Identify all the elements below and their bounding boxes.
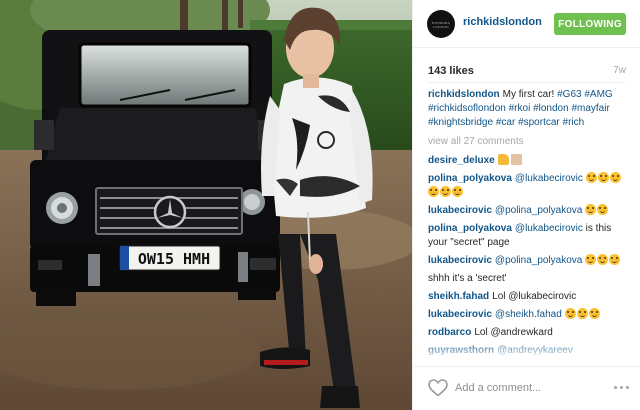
comment-username[interactable]: desire_deluxe (428, 155, 495, 166)
add-comment-input[interactable] (455, 378, 595, 398)
caption-text: My first car! (502, 89, 555, 100)
comment-username[interactable]: lukabecirovic (428, 309, 492, 320)
license-plate-text: OW15 HMH (138, 250, 210, 268)
view-all-comments-link[interactable]: view all 27 comments (428, 135, 631, 149)
account-username[interactable]: richkidslondon (463, 16, 542, 28)
caption-hashtag[interactable]: #G63 (557, 89, 581, 100)
post-age: 7w (613, 65, 626, 76)
thumbs-up-icon (497, 154, 509, 165)
comment-username[interactable]: rodbarco (428, 327, 471, 338)
comment-text: shhh it's a 'secret' (428, 273, 507, 284)
caption-hashtag[interactable]: #AMG (584, 89, 612, 100)
comment-username[interactable]: sheikh.fahad (428, 291, 489, 302)
post-meta: 143 likes 7w (413, 56, 640, 80)
caption-hashtag[interactable]: #richkidsoflondon (428, 103, 506, 114)
avatar-logo-text: RICHKIDS LONDON (432, 21, 450, 29)
comment-username[interactable]: polina_polyakova (428, 223, 512, 234)
laughing-face-icon (609, 172, 621, 183)
laughing-face-icon (597, 254, 609, 265)
laughing-face-icon (588, 308, 600, 319)
comments-fade (413, 340, 640, 360)
comment-username[interactable]: polina_polyakova (428, 173, 512, 184)
comment-mention[interactable]: @polina_polyakova (495, 205, 582, 216)
caption-hashtag[interactable]: #car (496, 117, 515, 128)
laughing-face-icon (585, 172, 597, 183)
laughing-face-icon (576, 308, 588, 319)
comment-username[interactable]: lukabecirovic (428, 255, 492, 266)
comment-item: sheikh.fahad Lol @lukabecirovic (428, 290, 631, 304)
comment-item: shhh it's a 'secret' (428, 272, 631, 286)
likes-count[interactable]: 143 likes (428, 65, 474, 77)
photo-scene: OW15 HMH (0, 0, 412, 410)
caption-hashtag[interactable]: #rkoi (509, 103, 531, 114)
comment-bar (413, 366, 640, 410)
caption-hashtag[interactable]: #rich (563, 117, 585, 128)
post-sidebar: RICHKIDS LONDON richkidslondon FOLLOWING… (412, 0, 640, 410)
laughing-face-icon (440, 186, 451, 197)
comment-item: lukabecirovic @polina_polyakova (428, 254, 631, 268)
caption-hashtag[interactable]: #sportcar (518, 117, 560, 128)
post-photo[interactable]: OW15 HMH (0, 0, 412, 410)
laughing-face-icon (597, 204, 609, 215)
caption-hashtag[interactable]: #london (533, 103, 569, 114)
comment-username[interactable]: lukabecirovic (428, 205, 492, 216)
post-header: RICHKIDS LONDON richkidslondon FOLLOWING (413, 0, 640, 48)
comment-mention[interactable]: @lukabecirovic (515, 223, 583, 234)
divider (428, 82, 626, 83)
comment-item: desire_deluxe (428, 154, 631, 168)
laughing-face-icon (585, 204, 597, 215)
post-caption: richkidslondon My first car! #G63 #AMG #r… (428, 88, 631, 130)
laughing-face-icon (452, 186, 463, 197)
laughing-face-icon (428, 186, 439, 197)
laughing-face-icon (585, 254, 597, 265)
skin-tone-icon (510, 154, 522, 165)
comment-item: lukabecirovic @sheikh.fahad (428, 308, 631, 322)
caption-hashtag[interactable]: #mayfair (571, 103, 609, 114)
laughing-face-icon (564, 308, 576, 319)
following-button[interactable]: FOLLOWING (554, 13, 626, 35)
comment-item: lukabecirovic @polina_polyakova (428, 204, 631, 218)
comment-mention[interactable]: @polina_polyakova (495, 255, 582, 266)
heart-outline-icon[interactable] (428, 379, 448, 397)
comment-mention[interactable]: @lukabecirovic (515, 173, 583, 184)
laughing-face-icon (609, 254, 621, 265)
comment-text: Lol @lukabecirovic (492, 291, 577, 302)
comments-list: richkidslondon My first car! #G63 #AMG #r… (428, 88, 631, 358)
ellipsis-icon[interactable] (613, 380, 631, 396)
comment-item: rodbarco Lol @andrewkard (428, 326, 631, 340)
avatar[interactable]: RICHKIDS LONDON (427, 10, 455, 38)
comment-item: polina_polyakova @lukabecirovic is this y… (428, 222, 631, 250)
car-illustration: OW15 HMH (30, 30, 280, 306)
laughing-face-icon (597, 172, 609, 183)
comment-text: Lol @andrewkard (474, 327, 553, 338)
caption-username[interactable]: richkidslondon (428, 89, 500, 100)
comment-item: polina_polyakova @lukabecirovic (428, 172, 631, 200)
comment-mention[interactable]: @sheikh.fahad (495, 309, 562, 320)
caption-hashtag[interactable]: #knightsbridge (428, 117, 493, 128)
